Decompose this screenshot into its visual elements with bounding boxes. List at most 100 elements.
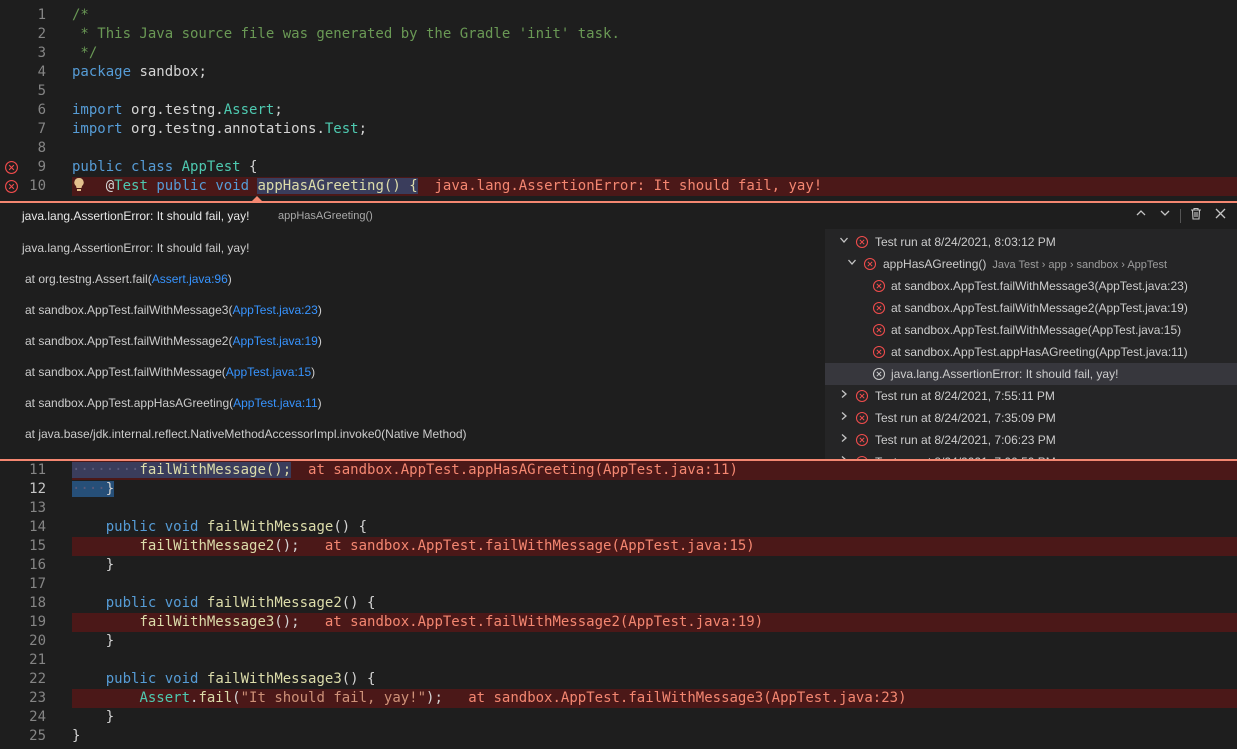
source-link[interactable]: AppTest.java:15 bbox=[226, 365, 311, 379]
line-number: 21 bbox=[29, 652, 46, 668]
code-token: package bbox=[72, 64, 132, 80]
code-token: ; bbox=[274, 102, 283, 118]
code-line[interactable]: 10 @Test public void appHasAGreeting() {… bbox=[0, 177, 1237, 196]
code-line[interactable]: 14 public void failWithMessage() { bbox=[0, 518, 1237, 537]
code-token: public bbox=[105, 519, 157, 535]
code-line[interactable]: 18 public void failWithMessage2() { bbox=[0, 594, 1237, 613]
error-icon bbox=[855, 235, 869, 249]
chevron-down-icon[interactable] bbox=[839, 231, 849, 253]
error-icon bbox=[872, 279, 886, 293]
error-icon bbox=[5, 180, 18, 193]
test-results-tree: Test run at 8/24/2021, 8:03:12 PM appHasA… bbox=[825, 229, 1237, 459]
code-token: Assert bbox=[223, 102, 275, 118]
code-token: } bbox=[72, 557, 115, 573]
code-line[interactable]: 11 ········failWithMessage(); at sandbox.… bbox=[0, 461, 1237, 480]
code-token: ); bbox=[426, 690, 469, 706]
code-line[interactable]: 17 bbox=[0, 575, 1237, 594]
test-run-item[interactable]: Test run at 8/24/2021, 7:35:09 PM bbox=[825, 407, 1237, 429]
code-line[interactable]: 20 } bbox=[0, 632, 1237, 651]
code-token: public bbox=[72, 159, 123, 175]
stack-trace-text: java.lang.AssertionError: It should fail… bbox=[22, 241, 250, 255]
source-link[interactable]: Assert.java:96 bbox=[152, 272, 228, 286]
stack-trace-line: at sandbox.AppTest.failWithMessage3(AppT… bbox=[25, 303, 322, 317]
error-icon bbox=[855, 433, 869, 447]
test-message-item[interactable]: at sandbox.AppTest.failWithMessage2(AppT… bbox=[825, 297, 1237, 319]
code-line[interactable]: 25} bbox=[0, 727, 1237, 746]
code-line[interactable]: 2 * This Java source file was generated … bbox=[0, 25, 1237, 44]
code-line[interactable]: 22 public void failWithMessage3() { bbox=[0, 670, 1237, 689]
code-text: failWithMessage2(); at sandbox.AppTest.f… bbox=[72, 537, 754, 556]
code-text: } bbox=[72, 556, 114, 575]
tree-item-label: Test run at 8/24/2021, 7:00:50 PM bbox=[875, 451, 1056, 459]
code-line[interactable]: 9 public class AppTest { bbox=[0, 158, 1237, 177]
code-line[interactable]: 3 */ bbox=[0, 44, 1237, 63]
stack-trace-line: at org.testng.Assert.fail(Assert.java:96… bbox=[25, 272, 232, 286]
chevron-right-icon[interactable] bbox=[839, 385, 849, 407]
source-link[interactable]: AppTest.java:23 bbox=[232, 303, 317, 317]
test-message-item[interactable]: at sandbox.AppTest.failWithMessage3(AppT… bbox=[825, 275, 1237, 297]
code-line[interactable]: 13 bbox=[0, 499, 1237, 518]
code-token: org.testng.annotations. bbox=[122, 121, 325, 137]
code-line[interactable]: 8 bbox=[0, 139, 1237, 158]
close-icon[interactable] bbox=[1211, 207, 1229, 223]
tree-item-text: Test run at 8/24/2021, 7:00:50 PM bbox=[875, 455, 1056, 459]
test-run-item[interactable]: Test run at 8/24/2021, 7:06:23 PM bbox=[825, 429, 1237, 451]
code-line[interactable]: 21 bbox=[0, 651, 1237, 670]
code-text: */ bbox=[72, 44, 97, 63]
code-line[interactable]: 7 import org.testng.annotations.Test; bbox=[0, 120, 1237, 139]
source-link[interactable]: AppTest.java:19 bbox=[232, 334, 317, 348]
test-run-item[interactable]: Test run at 8/24/2021, 8:03:12 PM bbox=[825, 231, 1237, 253]
chevron-right-icon[interactable] bbox=[839, 429, 849, 451]
code-token: void bbox=[164, 671, 199, 687]
code-line[interactable]: 4 package sandbox; bbox=[0, 63, 1237, 82]
tree-item-label: Test run at 8/24/2021, 7:06:23 PM bbox=[875, 429, 1056, 451]
code-line[interactable]: 19 failWithMessage3(); at sandbox.AppTes… bbox=[0, 613, 1237, 632]
test-message-item[interactable]: java.lang.AssertionError: It should fail… bbox=[825, 363, 1237, 385]
code-token: failWithMessage2 bbox=[206, 595, 342, 611]
chevron-down-icon[interactable] bbox=[1156, 207, 1174, 223]
code-line[interactable]: 16 } bbox=[0, 556, 1237, 575]
code-line[interactable]: 1 /* bbox=[0, 6, 1237, 25]
test-case-item[interactable]: appHasAGreeting() Java Test › app › sandb… bbox=[825, 253, 1237, 275]
test-message-item[interactable]: at sandbox.AppTest.appHasAGreeting(AppTe… bbox=[825, 341, 1237, 363]
tree-item-label: Test run at 8/24/2021, 8:03:12 PM bbox=[875, 231, 1056, 253]
test-run-item[interactable]: Test run at 8/24/2021, 7:55:11 PM bbox=[825, 385, 1237, 407]
code-line[interactable]: 12 ····} bbox=[0, 480, 1237, 499]
code-token: Test bbox=[114, 178, 148, 194]
chevron-right-icon[interactable] bbox=[839, 451, 849, 459]
test-run-item[interactable]: Test run at 8/24/2021, 7:00:50 PM bbox=[825, 451, 1237, 459]
source-link[interactable]: AppTest.java:11 bbox=[233, 396, 318, 410]
editor-bottom-pane[interactable]: 11 ········failWithMessage(); at sandbox.… bbox=[0, 461, 1237, 749]
code-line[interactable]: 6 import org.testng.Assert; bbox=[0, 101, 1237, 120]
chevron-up-icon[interactable] bbox=[1132, 207, 1150, 223]
code-line[interactable]: 23 Assert.fail("It should fail, yay!"); … bbox=[0, 689, 1237, 708]
code-token: } bbox=[105, 481, 115, 497]
test-message-item[interactable]: at sandbox.AppTest.failWithMessage(AppTe… bbox=[825, 319, 1237, 341]
code-token: fail bbox=[198, 690, 233, 706]
error-icon bbox=[872, 301, 886, 315]
error-icon bbox=[872, 323, 886, 337]
code-token: ( bbox=[232, 690, 241, 706]
chevron-down-icon[interactable] bbox=[847, 253, 857, 275]
line-number: 10 bbox=[29, 178, 46, 194]
code-token: } bbox=[72, 709, 115, 725]
code-line[interactable]: 5 bbox=[0, 82, 1237, 101]
trash-icon[interactable] bbox=[1187, 207, 1205, 223]
stack-trace-line: at sandbox.AppTest.failWithMessage2(AppT… bbox=[25, 334, 322, 348]
code-line[interactable]: 15 failWithMessage2(); at sandbox.AppTes… bbox=[0, 537, 1237, 556]
code-line[interactable]: 24 } bbox=[0, 708, 1237, 727]
editor-top-pane[interactable]: 1 /* 2 * This Java source file was generat… bbox=[0, 0, 1237, 202]
lightbulb-icon[interactable] bbox=[73, 177, 85, 199]
stack-trace-text: at java.base/jdk.internal.reflect.Native… bbox=[25, 427, 467, 441]
error-icon bbox=[863, 257, 877, 271]
peek-header: java.lang.AssertionError: It should fail… bbox=[0, 203, 1237, 229]
chevron-right-icon[interactable] bbox=[839, 407, 849, 429]
stack-trace-line: at sandbox.AppTest.failWithMessage(AppTe… bbox=[25, 365, 315, 379]
line-number: 25 bbox=[29, 728, 46, 744]
code-token: import bbox=[72, 121, 123, 137]
code-text: @Test public void appHasAGreeting() { ja… bbox=[72, 177, 822, 196]
